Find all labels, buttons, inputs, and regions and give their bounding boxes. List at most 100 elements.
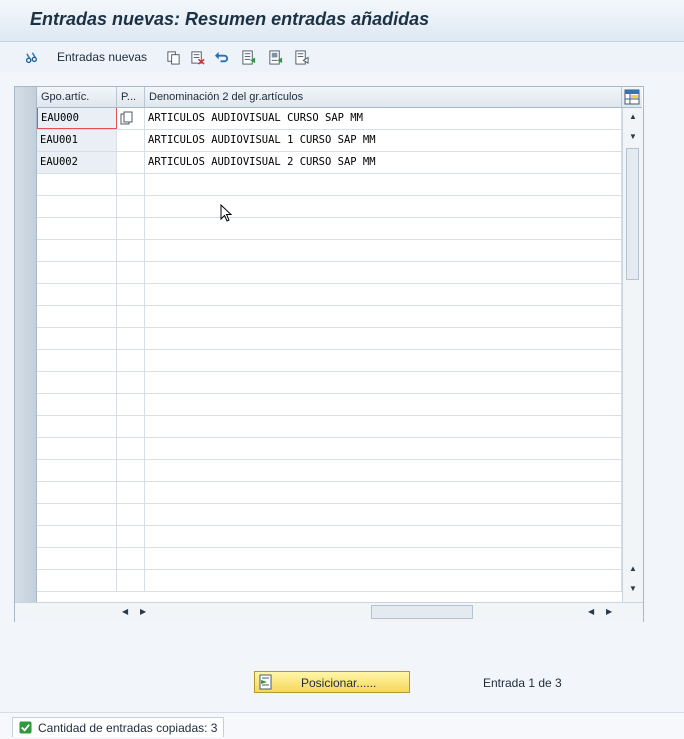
empty-cell[interactable] <box>145 284 622 305</box>
empty-table-row[interactable] <box>37 284 622 306</box>
empty-cell[interactable] <box>117 526 145 547</box>
scroll-down-bottom-icon[interactable]: ▼ <box>629 584 637 594</box>
undo-button[interactable] <box>214 48 229 66</box>
empty-cell[interactable] <box>37 372 117 393</box>
empty-cell[interactable] <box>117 218 145 239</box>
empty-cell[interactable] <box>145 328 622 349</box>
empty-cell[interactable] <box>117 196 145 217</box>
empty-cell[interactable] <box>145 504 622 525</box>
empty-table-row[interactable] <box>37 328 622 350</box>
detail-cell[interactable] <box>117 108 145 129</box>
empty-cell[interactable] <box>37 262 117 283</box>
table-row[interactable]: EAU002 ARTICULOS AUDIOVISUAL 2 CURSO SAP… <box>37 152 622 174</box>
deselect-all-button[interactable] <box>294 48 309 66</box>
empty-cell[interactable] <box>117 372 145 393</box>
empty-cell[interactable] <box>117 460 145 481</box>
scroll-right-icon[interactable]: ▶ <box>140 607 146 617</box>
empty-cell[interactable] <box>37 416 117 437</box>
description-cell[interactable]: ARTICULOS AUDIOVISUAL CURSO SAP MM <box>145 108 622 129</box>
empty-cell[interactable] <box>117 174 145 195</box>
empty-cell[interactable] <box>117 416 145 437</box>
empty-cell[interactable] <box>145 570 622 591</box>
empty-cell[interactable] <box>117 504 145 525</box>
material-group-cell[interactable]: EAU001 <box>37 130 117 151</box>
empty-cell[interactable] <box>117 262 145 283</box>
material-group-cell[interactable]: EAU000 <box>37 108 117 129</box>
empty-cell[interactable] <box>145 548 622 569</box>
empty-cell[interactable] <box>145 372 622 393</box>
empty-cell[interactable] <box>37 460 117 481</box>
table-row[interactable]: EAU001 ARTICULOS AUDIOVISUAL 1 CURSO SAP… <box>37 130 622 152</box>
column-header-material-group[interactable]: Gpo.artíc. <box>37 87 117 108</box>
empty-cell[interactable] <box>145 240 622 261</box>
empty-cell[interactable] <box>117 438 145 459</box>
empty-cell[interactable] <box>145 394 622 415</box>
empty-cell[interactable] <box>37 548 117 569</box>
scroll-left-end-icon[interactable]: ◀ <box>588 607 594 617</box>
empty-table-row[interactable] <box>37 438 622 460</box>
empty-cell[interactable] <box>145 196 622 217</box>
position-button[interactable]: Posicionar...... <box>254 671 410 693</box>
empty-cell[interactable] <box>145 174 622 195</box>
empty-table-row[interactable] <box>37 570 622 592</box>
empty-cell[interactable] <box>37 196 117 217</box>
scroll-up-bottom-icon[interactable]: ▲ <box>629 564 637 574</box>
vertical-scrollbar[interactable]: ▲ ▼ ▲ ▼ <box>622 108 643 602</box>
empty-table-row[interactable] <box>37 350 622 372</box>
empty-cell[interactable] <box>37 240 117 261</box>
empty-cell[interactable] <box>117 240 145 261</box>
empty-cell[interactable] <box>145 526 622 547</box>
copy-button[interactable] <box>166 48 181 66</box>
empty-cell[interactable] <box>37 306 117 327</box>
detail-cell[interactable] <box>117 152 145 173</box>
empty-table-row[interactable] <box>37 196 622 218</box>
empty-cell[interactable] <box>37 394 117 415</box>
empty-table-row[interactable] <box>37 174 622 196</box>
new-entries-button[interactable]: Entradas nuevas <box>57 48 147 66</box>
empty-table-row[interactable] <box>37 548 622 570</box>
empty-table-row[interactable] <box>37 218 622 240</box>
empty-cell[interactable] <box>117 570 145 591</box>
scroll-down-icon[interactable]: ▼ <box>629 132 637 142</box>
empty-cell[interactable] <box>145 350 622 371</box>
empty-table-row[interactable] <box>37 240 622 262</box>
empty-cell[interactable] <box>117 306 145 327</box>
empty-cell[interactable] <box>37 174 117 195</box>
scroll-right-end-icon[interactable]: ▶ <box>606 607 612 617</box>
select-block-button[interactable] <box>268 48 283 66</box>
empty-table-row[interactable] <box>37 526 622 548</box>
empty-cell[interactable] <box>37 438 117 459</box>
empty-table-row[interactable] <box>37 306 622 328</box>
empty-cell[interactable] <box>117 350 145 371</box>
column-header-description[interactable]: Denominación 2 del gr.artículos <box>145 87 622 108</box>
empty-cell[interactable] <box>37 218 117 239</box>
delete-button[interactable] <box>190 48 205 66</box>
empty-cell[interactable] <box>145 218 622 239</box>
select-all-corner[interactable] <box>15 87 37 108</box>
scroll-left-icon[interactable]: ◀ <box>122 607 128 617</box>
description-cell[interactable]: ARTICULOS AUDIOVISUAL 1 CURSO SAP MM <box>145 130 622 151</box>
empty-table-row[interactable] <box>37 372 622 394</box>
empty-cell[interactable] <box>37 526 117 547</box>
empty-table-row[interactable] <box>37 416 622 438</box>
status-message-box[interactable]: Cantidad de entradas copiadas: 3 <box>12 717 225 737</box>
material-group-cell[interactable]: EAU002 <box>37 152 117 173</box>
display-change-button[interactable] <box>24 48 39 66</box>
empty-cell[interactable] <box>37 350 117 371</box>
row-selector-column[interactable] <box>15 108 37 602</box>
empty-cell[interactable] <box>117 328 145 349</box>
empty-cell[interactable] <box>117 482 145 503</box>
empty-cell[interactable] <box>37 482 117 503</box>
table-row[interactable]: EAU000 ARTICULOS AUDIOVISUAL CURSO SAP M… <box>37 108 622 130</box>
empty-table-row[interactable] <box>37 262 622 284</box>
horizontal-scrollbar[interactable]: ◀ ▶ ◀ ▶ <box>15 602 643 622</box>
description-cell[interactable]: ARTICULOS AUDIOVISUAL 2 CURSO SAP MM <box>145 152 622 173</box>
empty-cell[interactable] <box>145 460 622 481</box>
empty-cell[interactable] <box>117 284 145 305</box>
empty-cell[interactable] <box>145 306 622 327</box>
empty-cell[interactable] <box>37 570 117 591</box>
empty-cell[interactable] <box>37 504 117 525</box>
empty-cell[interactable] <box>117 394 145 415</box>
select-all-button[interactable] <box>241 48 256 66</box>
empty-cell[interactable] <box>117 548 145 569</box>
